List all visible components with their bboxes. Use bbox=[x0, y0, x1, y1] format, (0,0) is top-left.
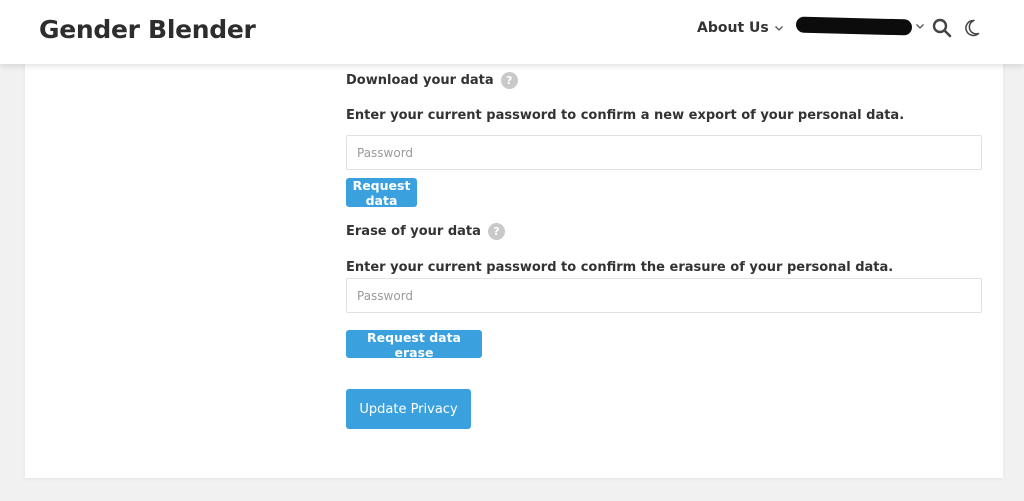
site-logo[interactable]: Gender Blender bbox=[39, 15, 256, 44]
help-icon[interactable]: ? bbox=[487, 223, 505, 240]
erase-password-input[interactable] bbox=[346, 278, 982, 313]
erase-description: Enter your current password to confirm t… bbox=[346, 260, 894, 275]
request-data-erase-button[interactable]: Request data erase bbox=[346, 330, 482, 360]
nav-about-us-label: About Us bbox=[697, 20, 769, 36]
update-privacy-button[interactable]: Update Privacy bbox=[346, 389, 471, 429]
site-header: Gender Blender About Us bbox=[0, 0, 1024, 64]
nav-about-us[interactable]: About Us bbox=[697, 20, 785, 36]
download-password-input[interactable] bbox=[346, 135, 982, 170]
search-icon[interactable] bbox=[931, 17, 953, 39]
nav-user-menu[interactable] bbox=[795, 16, 926, 36]
chevron-down-icon bbox=[774, 26, 783, 31]
redacted-username bbox=[795, 16, 913, 36]
download-data-title: Download your data ? bbox=[346, 72, 518, 89]
erase-data-title: Erase of your data ? bbox=[346, 223, 505, 240]
erase-data-title-text: Erase of your data bbox=[346, 224, 481, 239]
download-description: Enter your current password to confirm a… bbox=[346, 108, 905, 123]
help-icon[interactable]: ? bbox=[500, 72, 518, 89]
download-data-title-text: Download your data bbox=[346, 73, 494, 88]
dark-mode-moon-icon[interactable] bbox=[964, 17, 986, 39]
request-data-button[interactable]: Request data bbox=[346, 178, 417, 208]
chevron-down-icon bbox=[916, 24, 924, 29]
